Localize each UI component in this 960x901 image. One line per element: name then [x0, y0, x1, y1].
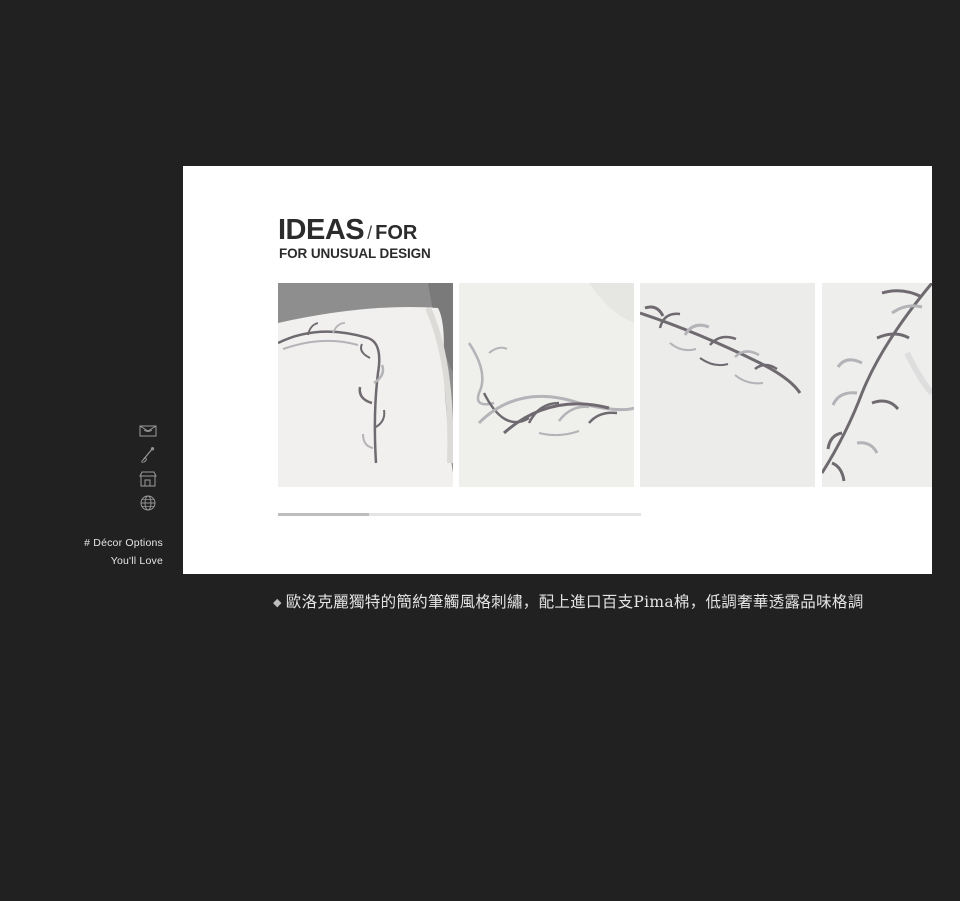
- gallery-image-swirl[interactable]: [459, 283, 634, 487]
- side-caption-line2: You'll Love: [110, 555, 163, 567]
- ideas-panel: IDEAS / FOR FOR UNUSUAL DESIGN: [183, 166, 932, 574]
- title-slash: /: [367, 223, 373, 243]
- store-icon[interactable]: [137, 469, 159, 489]
- panel-subtitle: FOR UNUSUAL DESIGN: [279, 246, 431, 261]
- needle-thread-icon[interactable]: [137, 445, 159, 465]
- gallery-image-branch[interactable]: [640, 283, 815, 487]
- bedding-icon[interactable]: [137, 421, 159, 441]
- diamond-bullet-icon: ◆: [273, 596, 282, 609]
- gallery-image-pillow-corner[interactable]: [278, 283, 453, 487]
- gallery-scrollbar-thumb[interactable]: [278, 513, 369, 516]
- side-caption-line1: # Décor Options: [84, 537, 163, 549]
- title-for: FOR: [375, 222, 418, 244]
- embroidery-gallery[interactable]: [278, 283, 932, 487]
- side-caption: # Décor Options You'll Love: [84, 534, 163, 570]
- gallery-image-vine[interactable]: [822, 283, 932, 487]
- panel-heading: IDEAS / FOR FOR UNUSUAL DESIGN: [278, 214, 431, 261]
- side-icon-column: [134, 421, 162, 513]
- globe-icon[interactable]: [137, 493, 159, 513]
- product-caption-text: 歐洛克麗獨特的簡約筆觸風格刺繡，配上進口百支Pima棉，低調奢華透露品味格調: [285, 593, 864, 611]
- product-caption: ◆ 歐洛克麗獨特的簡約筆觸風格刺繡，配上進口百支Pima棉，低調奢華透露品味格調: [273, 590, 864, 612]
- gallery-scrollbar[interactable]: [278, 513, 641, 516]
- title-ideas: IDEAS: [278, 214, 365, 246]
